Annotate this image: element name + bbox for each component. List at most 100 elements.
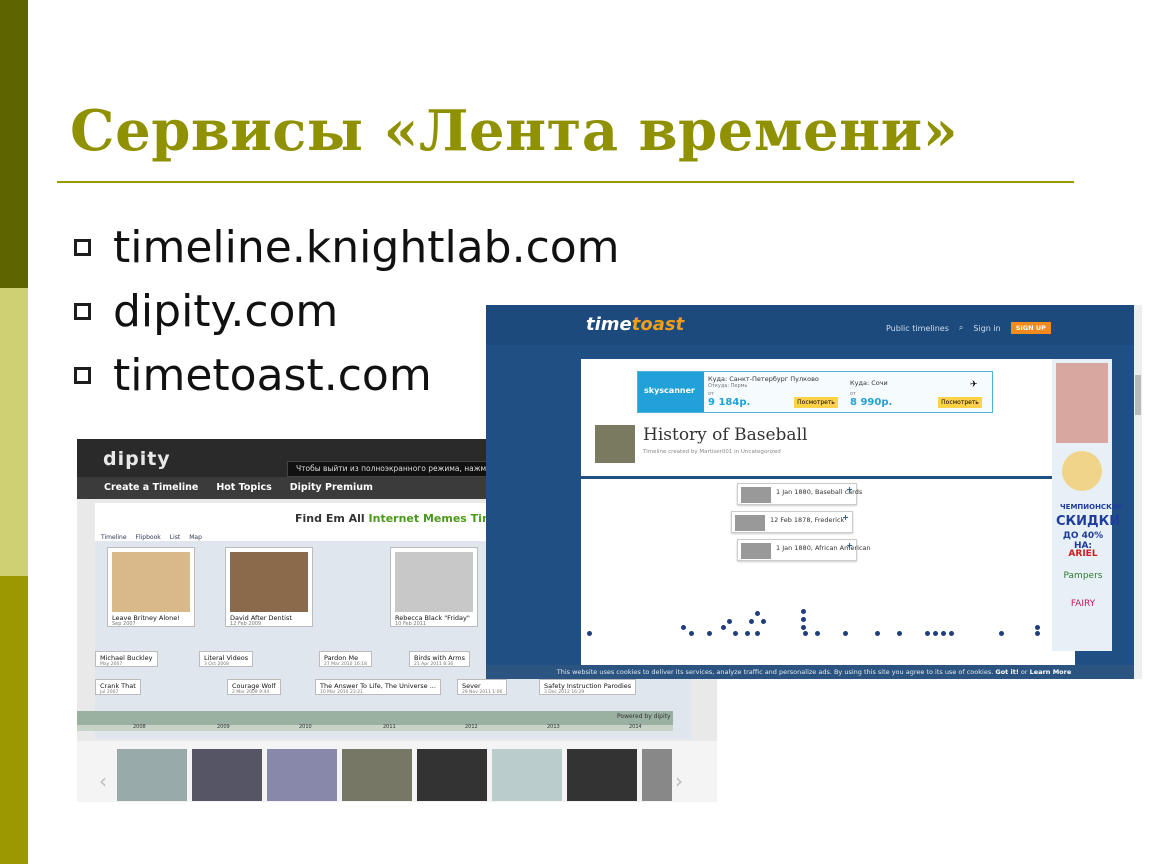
event-label: Crank That — [100, 682, 136, 690]
year-label: 2009 — [217, 724, 230, 730]
card-image — [230, 552, 308, 612]
thumbnail[interactable] — [492, 749, 562, 801]
timeline-event[interactable]: 12 Feb 1878, Frederick + — [731, 511, 853, 533]
accent-bar-bottom — [0, 576, 28, 864]
timeline-dot[interactable] — [707, 631, 712, 636]
chevron-left-icon[interactable]: ‹ — [99, 769, 107, 793]
timeline-dot[interactable] — [681, 625, 686, 630]
bullet-text: timeline.knightlab.com — [113, 221, 620, 273]
timeline-dot[interactable] — [803, 631, 808, 636]
timeline-dot[interactable] — [801, 609, 806, 614]
scrollbar-thumb[interactable] — [1135, 375, 1141, 415]
scrollbar[interactable] — [1134, 305, 1142, 679]
thumbnail[interactable] — [342, 749, 412, 801]
thumbnail[interactable] — [567, 749, 637, 801]
accent-bar-middle — [0, 288, 28, 576]
plus-icon[interactable]: + — [842, 513, 849, 522]
timeline-event[interactable]: Michael Buckley May 2007 — [95, 651, 158, 667]
timeline-event[interactable]: Pardon Me 27 Mar 2010 16:18 — [319, 651, 372, 667]
ad-photo — [1056, 363, 1108, 443]
timeline-card[interactable]: Rebecca Black "Friday" 10 Feb 2011 — [390, 547, 478, 627]
timeline-event[interactable]: Courage Wolf 2 Mar 2009 9:44 — [227, 679, 281, 695]
timeline-dot[interactable] — [949, 631, 954, 636]
event-label: Sever — [462, 682, 481, 690]
event-label: Michael Buckley — [100, 654, 153, 662]
event-photo — [735, 515, 765, 531]
thumbnail[interactable] — [267, 749, 337, 801]
logo-part: toast — [631, 314, 685, 335]
accent-bar-top — [0, 0, 28, 288]
timeline-event[interactable]: Birds with Arms 21 Apr 2011 8:30 — [409, 651, 470, 667]
year-label: 2008 — [133, 724, 146, 730]
cookie-learn-more-link[interactable]: Learn More — [1030, 668, 1072, 676]
ad-text: ЧЕМПИОНСКИЕ — [1060, 503, 1123, 511]
nav-dipity-premium[interactable]: Dipity Premium — [281, 477, 382, 499]
timeline-event[interactable]: Sever 29 Nov 2011 1:06 — [457, 679, 508, 695]
thumbnail[interactable] — [192, 749, 262, 801]
olympic-medal-icon — [1062, 451, 1102, 491]
timeline-dot[interactable] — [1035, 625, 1040, 630]
timeline-axis[interactable] — [77, 711, 673, 725]
public-timelines-link[interactable]: Public timelines — [886, 324, 949, 333]
cookie-accept-link[interactable]: Got it! — [995, 668, 1018, 676]
view-fare-button[interactable]: Посмотреть — [794, 397, 838, 408]
event-date: 27 Mar 2010 16:18 — [324, 662, 367, 667]
sign-in-link[interactable]: Sign in — [973, 324, 1000, 333]
timeline-dot[interactable] — [755, 631, 760, 636]
timeline-event[interactable]: Safety Instruction Parodies 3 Dec 2012 16… — [539, 679, 637, 695]
timeline-dot[interactable] — [925, 631, 930, 636]
timeline-thumbnail — [595, 425, 635, 463]
event-date: 3 Oct 2008 — [204, 662, 229, 667]
timeline-dot[interactable] — [727, 619, 732, 624]
timeline-dot[interactable] — [801, 625, 806, 630]
fare-origin: Откуда: Пермь — [708, 383, 748, 389]
timeline-dot[interactable] — [941, 631, 946, 636]
timeline-dot[interactable] — [749, 619, 754, 624]
skyscanner-ad[interactable]: skyscanner Куда: Санкт-Петербург Пулково… — [637, 371, 993, 413]
side-advertisement[interactable]: ЧЕМПИОНСКИЕ СКИДКИ ДО 40% НА: ARIEL Pamp… — [1052, 359, 1123, 651]
chevron-right-icon[interactable]: › — [675, 769, 683, 793]
timeline-dot[interactable] — [1035, 631, 1040, 636]
timeline-dot[interactable] — [801, 617, 806, 622]
timeline-dot[interactable] — [999, 631, 1004, 636]
nav-hot-topics[interactable]: Hot Topics — [207, 477, 280, 499]
timeline-dot[interactable] — [745, 631, 750, 636]
timeline-dot[interactable] — [587, 631, 592, 636]
timeline-dot[interactable] — [875, 631, 880, 636]
thumbnail-strip: ‹ › — [77, 741, 717, 802]
timeline-dot[interactable] — [721, 625, 726, 630]
timeline-dot[interactable] — [933, 631, 938, 636]
timeline-dot[interactable] — [733, 631, 738, 636]
timeline-event[interactable]: Crank That Jul 2007 — [95, 679, 141, 695]
timetoast-logo[interactable]: timetoast — [586, 314, 684, 335]
timeline-dot[interactable] — [755, 611, 760, 616]
timeline-card[interactable]: David After Dentist 12 Feb 2009 — [225, 547, 313, 627]
square-bullet-icon — [74, 302, 91, 320]
plus-icon[interactable]: + — [846, 541, 853, 550]
cookie-banner: This website uses cookies to deliver its… — [486, 665, 1142, 679]
timeline-dot[interactable] — [761, 619, 766, 624]
thumbnail[interactable] — [417, 749, 487, 801]
sign-up-button[interactable]: SIGN UP — [1010, 322, 1051, 334]
thumbnail[interactable] — [642, 749, 672, 801]
timeline-card[interactable]: Leave Britney Alone! Sep 2007 — [107, 547, 195, 627]
timeline-event[interactable]: 1 Jan 1880, Baseball cards + — [737, 483, 862, 505]
fare-destination: Куда: Сочи — [850, 379, 888, 387]
timeline-dot[interactable] — [843, 631, 848, 636]
timeline-dot[interactable] — [815, 631, 820, 636]
thumbnail[interactable] — [117, 749, 187, 801]
plus-icon[interactable]: + — [846, 485, 853, 494]
timeline-event[interactable]: The Answer To Life, The Universe ... 10 M… — [315, 679, 441, 695]
timeline-event[interactable]: 1 Jan 1880, African American + — [737, 539, 871, 561]
heading-prefix: Find Em All — [295, 512, 369, 525]
event-date: 10 Mar 2010 23:21 — [320, 690, 363, 695]
nav-create-timeline[interactable]: Create a Timeline — [95, 477, 207, 499]
search-icon[interactable]: ⌕ — [959, 323, 963, 333]
event-date: 2 Mar 2009 9:44 — [232, 690, 270, 695]
timeline-dot[interactable] — [897, 631, 902, 636]
timeline-dot[interactable] — [689, 631, 694, 636]
view-fare-button[interactable]: Посмотреть — [938, 397, 982, 408]
cookie-text: This website uses cookies to deliver its… — [556, 668, 994, 676]
timeline-event[interactable]: Literal Videos 3 Oct 2008 — [199, 651, 254, 667]
slide-title: Сервисы «Лента времени» — [70, 98, 959, 164]
